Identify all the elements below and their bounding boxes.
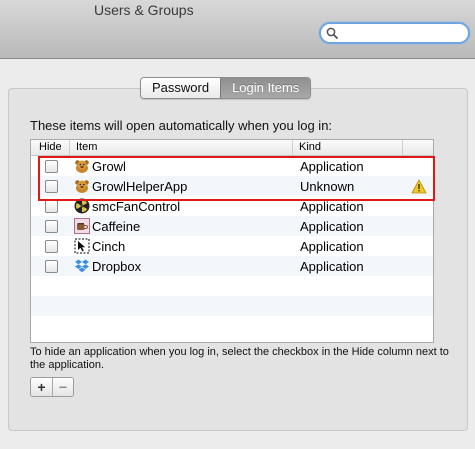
table-header: Hide Item Kind — [31, 140, 433, 156]
table-row[interactable]: Growl Application — [31, 156, 433, 176]
warning-icon — [411, 179, 427, 193]
growl-icon — [75, 160, 89, 173]
hide-checkbox[interactable] — [45, 219, 58, 233]
growl-icon — [75, 180, 89, 193]
search-icon — [326, 27, 338, 39]
hide-checkbox[interactable] — [45, 259, 58, 273]
empty-row — [31, 276, 433, 296]
column-header-kind[interactable]: Kind — [293, 140, 403, 155]
fan-icon — [74, 198, 90, 214]
hint-text: To hide an application when you log in, … — [30, 346, 449, 371]
table-row[interactable]: Cinch Application — [31, 236, 433, 256]
remove-button[interactable]: − — [52, 378, 73, 396]
item-kind: Application — [300, 258, 364, 274]
toolbar: Users & Groups — [0, 0, 475, 59]
hide-checkbox[interactable] — [45, 199, 58, 213]
hide-checkbox[interactable] — [45, 179, 58, 193]
login-items-table: Hide Item Kind Growl Application GrowlHe… — [30, 139, 434, 343]
intro-text: These items will open automatically when… — [30, 118, 333, 133]
table-row[interactable]: Dropbox Application — [31, 256, 433, 276]
item-name: smcFanControl — [92, 198, 181, 214]
add-button[interactable]: + — [31, 378, 52, 396]
table-row[interactable]: smcFanControl Application — [31, 196, 433, 216]
table-row[interactable]: GrowlHelperApp Unknown — [31, 176, 433, 196]
item-kind: Unknown — [300, 178, 355, 194]
tab-login-items[interactable]: Login Items — [220, 78, 311, 98]
item-kind: Application — [300, 158, 364, 174]
column-header-spacer — [403, 140, 433, 155]
column-header-hide[interactable]: Hide — [31, 140, 70, 155]
table-row[interactable]: Caffeine Application — [31, 216, 433, 236]
item-kind: Application — [300, 198, 364, 214]
search-field[interactable] — [319, 22, 470, 44]
empty-row — [31, 316, 433, 336]
search-input[interactable] — [339, 25, 464, 41]
item-name: Growl — [92, 158, 126, 174]
dropbox-icon — [75, 259, 89, 273]
tab-bar: Password Login Items — [140, 77, 312, 99]
caffeine-icon — [74, 218, 90, 234]
hide-checkbox[interactable] — [45, 159, 58, 173]
column-header-item[interactable]: Item — [70, 140, 293, 155]
item-name: Cinch — [92, 238, 126, 254]
item-name: GrowlHelperApp — [92, 178, 188, 194]
item-name: Dropbox — [92, 258, 142, 274]
item-name: Caffeine — [92, 218, 141, 234]
item-kind: Application — [300, 238, 364, 254]
add-remove-buttons: + − — [30, 377, 74, 397]
hide-checkbox[interactable] — [45, 239, 58, 253]
item-kind: Application — [300, 218, 364, 234]
window-title: Users & Groups — [94, 2, 194, 18]
cinch-icon — [74, 238, 90, 254]
tab-password[interactable]: Password — [141, 78, 221, 98]
empty-row — [31, 296, 433, 316]
